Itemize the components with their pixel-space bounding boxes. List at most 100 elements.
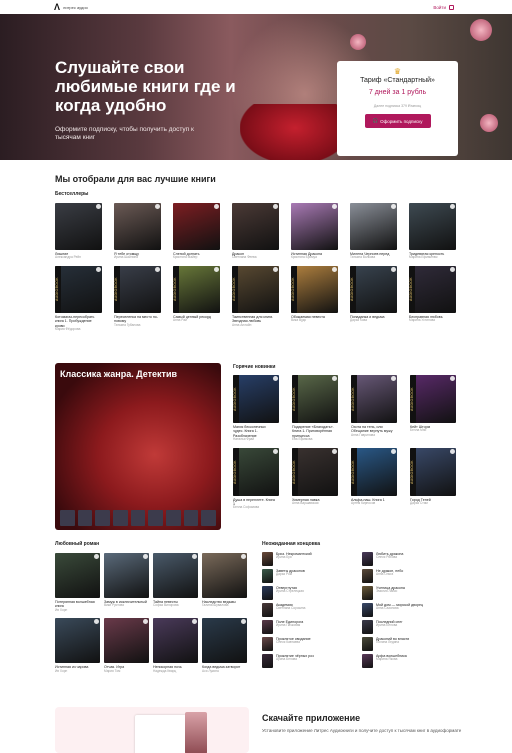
book-cover[interactable]: AUDIOBOOK <box>114 266 161 314</box>
book-cover[interactable]: AUDIOBOOK <box>173 266 220 314</box>
book-author[interactable]: Кристина Майер <box>173 255 217 260</box>
book-author[interactable]: Ася Лукина <box>202 669 246 674</box>
book-author[interactable]: Ив Хорн <box>55 669 99 674</box>
book-cover[interactable] <box>409 203 456 250</box>
book-card[interactable]: AUDIOBOOK Обожаемая невеста Вика Вудс <box>291 266 350 332</box>
book-cover[interactable]: AUDIOBOOK <box>292 375 338 423</box>
book-card[interactable]: AUDIOBOOK Бесправная любовь Марина Устинов… <box>409 266 468 332</box>
book-card[interactable]: Лишние Александра Рейн <box>55 203 114 260</box>
book-author[interactable]: Полина Ледина <box>376 640 409 645</box>
book-card[interactable]: Тридевятая крепость Марина Ефиминюк <box>409 203 468 260</box>
book-author[interactable]: Дарья Стим <box>410 501 454 506</box>
list-item[interactable]: Драконий во власти Полина Ледина <box>362 637 462 652</box>
book-card[interactable]: AUDIOBOOK Альфа-наш. Книга 1 Артём Кирносо… <box>351 447 410 510</box>
book-cover[interactable]: AUDIOBOOK <box>233 375 279 423</box>
book-cover[interactable] <box>262 603 273 617</box>
list-item[interactable]: Любить дракона Олеся Рябова <box>362 552 462 567</box>
book-cover[interactable] <box>153 553 198 598</box>
book-author[interactable]: Ирина Белова <box>376 623 403 628</box>
book-author[interactable]: Марина Ефиминюк <box>409 255 453 260</box>
book-card[interactable]: AUDIOBOOK Таинственная для книги. Звездна… <box>232 266 291 332</box>
book-author[interactable]: Анна Гаврилова <box>351 433 395 438</box>
book-cover[interactable]: AUDIOBOOK <box>410 375 456 423</box>
book-author[interactable]: Вика Вудс <box>291 319 335 323</box>
book-author[interactable]: Белла Мэй <box>410 428 454 433</box>
book-cover[interactable] <box>202 618 247 664</box>
book-cover[interactable] <box>362 620 373 634</box>
book-card[interactable]: Отчая. Игра Мария Том <box>104 618 153 673</box>
list-item[interactable]: Поле Единорога Ирина Пачковая <box>262 620 362 635</box>
book-card[interactable]: Тайна невесты Софья Вилорова <box>153 553 202 612</box>
book-author[interactable]: Анна Сазонова <box>376 606 423 611</box>
book-card[interactable]: Когда ведьма затворит Ася Лукина <box>202 618 251 673</box>
book-author[interactable]: Мария Том <box>104 669 148 674</box>
book-card[interactable]: AUDIOBOOK Город Теней Дарья Стим <box>410 447 469 510</box>
list-item[interactable]: Ученица дракона Эмилия Ланко <box>362 586 462 601</box>
book-card[interactable]: Истинная Дракона Кристина Бромуа <box>291 203 350 260</box>
book-cover[interactable]: AUDIOBOOK <box>232 266 279 314</box>
book-author[interactable]: Олеся Кавтаева <box>276 640 311 645</box>
book-cover[interactable]: AUDIOBOOK <box>410 447 456 496</box>
book-author[interactable]: Александра Рейн <box>55 255 99 260</box>
book-author[interactable]: Дарья Ром <box>276 572 305 577</box>
list-item[interactable]: Последний снег Ирина Белова <box>362 620 462 635</box>
book-author[interactable]: Белла Софомова <box>233 505 277 510</box>
book-author[interactable]: Дарья Кова <box>350 319 394 323</box>
book-cover[interactable]: AUDIOBOOK <box>233 447 279 496</box>
book-cover[interactable] <box>362 603 373 617</box>
book-cover[interactable]: AUDIOBOOK <box>350 266 397 314</box>
list-item[interactable]: Мой дом — морской дворец Анна Сазонова <box>362 603 462 618</box>
book-author[interactable]: Надежда Кварц <box>153 669 197 674</box>
list-item[interactable]: Проклятое свидание Олеся Кавтаева <box>262 637 362 652</box>
book-cover[interactable] <box>262 586 273 600</box>
book-cover[interactable] <box>232 203 279 250</box>
book-author[interactable]: Марина Якова <box>376 657 407 662</box>
book-author[interactable]: Ирина Шайлина <box>114 255 158 260</box>
book-cover[interactable] <box>291 203 338 250</box>
book-cover[interactable] <box>362 637 373 651</box>
book-author[interactable]: Арина Белова <box>276 657 314 662</box>
book-cover[interactable]: AUDIOBOOK <box>291 266 338 314</box>
book-cover[interactable] <box>362 552 373 566</box>
book-author[interactable]: Светлана Сорокина <box>276 606 305 611</box>
book-card[interactable]: Милена Черноев перед Татьяна Волкова <box>350 203 409 260</box>
list-item[interactable]: Арфа волшебника Марина Якова <box>362 654 462 669</box>
book-card[interactable]: AUDIOBOOK Охота на тень, или Обещание вер… <box>351 375 410 442</box>
list-item[interactable]: Бриз. Некромантский Ирина Буя <box>262 552 362 567</box>
list-item[interactable]: Отвергнутая Ирина Стрелецкая <box>262 586 362 601</box>
book-card[interactable]: AUDIOBOOK Магия бесконечных чудес. Книга … <box>233 375 292 442</box>
book-cover[interactable]: AUDIOBOOK <box>351 447 397 496</box>
book-cover[interactable] <box>173 203 220 250</box>
book-author[interactable]: Софья Вилорова <box>153 603 197 608</box>
book-author[interactable]: Эмилия Ланко <box>376 589 405 594</box>
book-title[interactable]: Магия бесконечных чудес. Книга 1. Разобл… <box>233 425 277 438</box>
book-card[interactable]: AUDIOBOOK Котомагаз-пересобрать книга 1. … <box>55 266 114 332</box>
book-card[interactable]: Дракон Светлана Феева <box>232 203 291 260</box>
book-card[interactable]: AUDIOBOOK Переселенка на место по-новому Т… <box>114 266 173 332</box>
book-author[interactable]: Наталья Фрай <box>233 437 277 442</box>
book-author[interactable]: Кристина Бромуа <box>291 255 335 260</box>
book-card[interactable]: Потерянная волшебная книга Ив Хорн <box>55 553 104 612</box>
book-author[interactable]: Ева Ефимова <box>292 437 336 442</box>
book-cover[interactable]: AUDIOBOOK <box>55 266 102 314</box>
book-cover[interactable] <box>262 654 273 668</box>
book-card[interactable]: Я тебе отомщу Ирина Шайлина <box>114 203 173 260</box>
promo-banner[interactable]: Классика жанра. Детектив <box>55 363 221 530</box>
book-author[interactable]: Анна Варшавская <box>292 501 336 506</box>
list-item[interactable]: Не дракон, небо Анна Ольга <box>362 569 462 584</box>
book-card[interactable]: AUDIOBOOK Кейт Шторм Белла Мэй <box>410 375 469 442</box>
book-cover[interactable] <box>153 618 198 664</box>
book-author[interactable]: Анна Анлайн <box>232 323 276 328</box>
book-card[interactable]: AUDIOBOOK Душа в переплете. Книга 1 Белла … <box>233 447 292 510</box>
book-cover[interactable] <box>104 553 149 598</box>
book-author[interactable]: Анна Ольга <box>376 572 403 577</box>
list-item[interactable]: Заветы драконов Дарья Ром <box>262 569 362 584</box>
book-author[interactable]: Ирина Пачковая <box>276 623 303 628</box>
book-card[interactable]: Истинная из чарова Ив Хорн <box>55 618 104 673</box>
book-card[interactable]: AUDIOBOOK Попаданка и ведьма Дарья Кова <box>350 266 409 332</box>
book-cover[interactable] <box>104 618 149 664</box>
book-cover[interactable] <box>55 553 100 598</box>
book-cover[interactable] <box>262 552 273 566</box>
book-cover[interactable] <box>262 637 273 651</box>
book-author[interactable]: Татьяна Волкова <box>350 255 394 260</box>
